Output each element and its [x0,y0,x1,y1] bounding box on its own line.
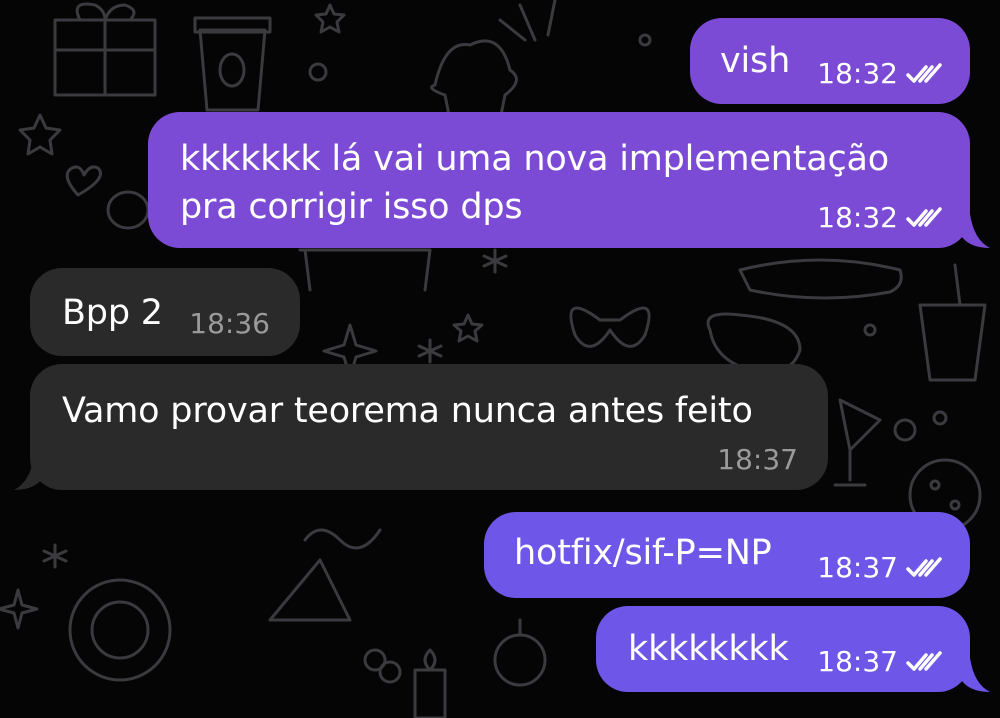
message-time: 18:37 [717,443,798,476]
double-check-icon [906,651,942,671]
message-time: 18:32 [817,201,898,234]
message-time: 18:37 [817,551,898,584]
message-bubble-outgoing[interactable]: kkkkkkkk 18:37 [596,606,970,692]
message-meta: 18:37 [817,644,942,680]
message-bubble-outgoing[interactable]: kkkkkkk lá vai uma nova implementação pr… [148,112,970,248]
message-meta: 18:32 [817,200,942,236]
bubble-tail [14,456,44,490]
message-bubble-outgoing[interactable]: hotfix/sif-P=NP 18:37 [484,512,970,598]
message-meta: 18:37 [817,550,942,586]
message-text: kkkkkkkk [628,629,789,669]
bubble-tail [960,214,990,248]
message-bubble-incoming[interactable]: Bpp 2 18:36 [30,268,300,356]
message-meta: 18:37 [717,442,798,478]
message-time: 18:36 [189,307,270,340]
bubble-tail [960,658,990,692]
double-check-icon [906,557,942,577]
message-meta: 18:36 [189,306,270,342]
double-check-icon [906,63,942,83]
double-check-icon [906,207,942,227]
message-text-line: kkkkkkk lá vai uma nova implementação [180,139,890,179]
message-text-line: pra corrigir isso dps [180,187,523,227]
message-text: Vamo provar teorema nunca antes feito [62,391,753,431]
message-time: 18:37 [817,645,898,678]
message-text: Bpp 2 [62,293,163,333]
message-text: hotfix/sif-P=NP [514,533,772,573]
message-meta: 18:32 [817,56,942,92]
message-bubble-outgoing[interactable]: vish 18:32 [690,18,970,104]
message-text: vish [720,41,791,81]
message-bubble-incoming[interactable]: Vamo provar teorema nunca antes feito 18… [30,364,828,490]
message-time: 18:32 [817,57,898,90]
chat-view[interactable]: vish 18:32 kkkkkkk lá vai uma nova imple… [0,0,1000,718]
